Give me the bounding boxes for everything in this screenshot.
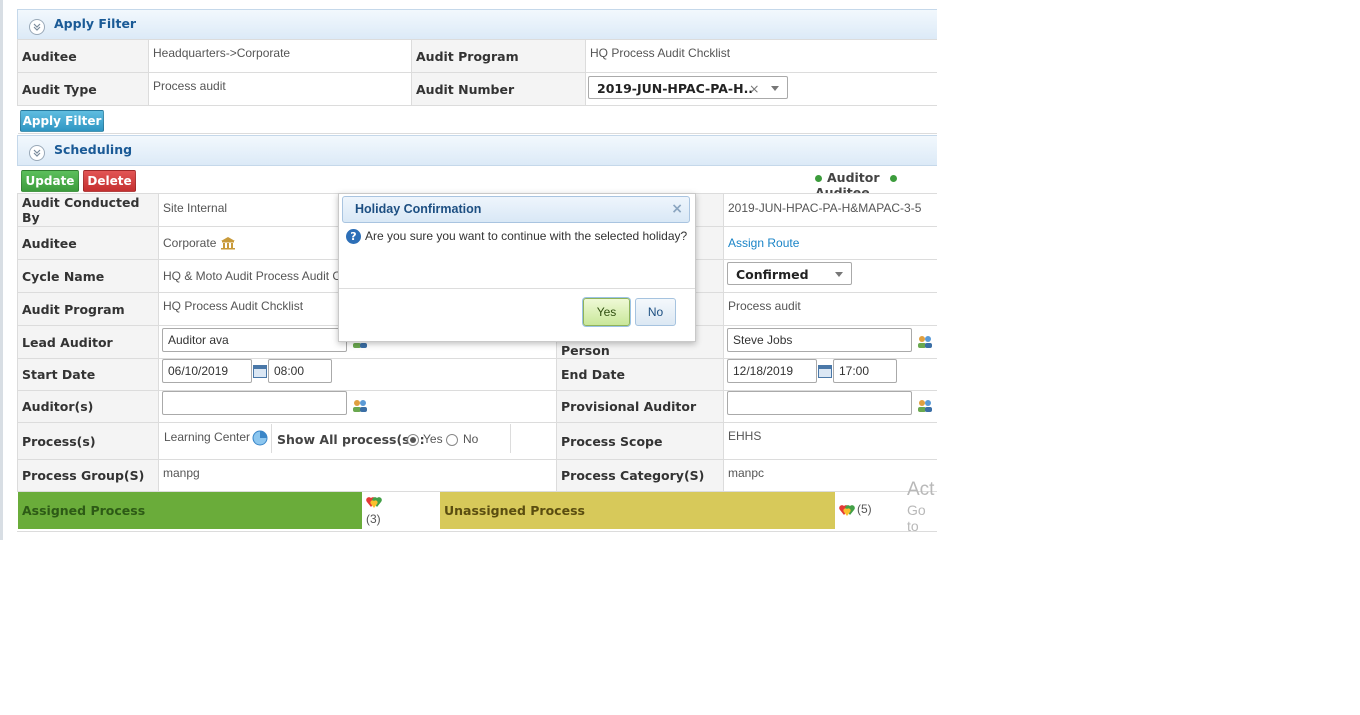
audit-program-label: Audit Program xyxy=(17,292,159,326)
auditee-value: Corporate xyxy=(163,235,217,250)
people-icon[interactable] xyxy=(917,335,933,349)
chevron-down-icon xyxy=(771,86,779,91)
auditee-dot xyxy=(889,175,897,182)
legend-auditor: Auditor xyxy=(827,170,880,185)
question-icon: ? xyxy=(346,229,361,244)
audit-number-label: Audit Number xyxy=(411,72,586,106)
auditee-label: Auditee xyxy=(17,226,159,260)
start-date-input[interactable]: 06/10/2019 xyxy=(162,359,252,383)
start-time-input[interactable]: 08:00 xyxy=(268,359,332,383)
apply-filter-button[interactable]: Apply Filter xyxy=(20,110,104,132)
no-button[interactable]: No xyxy=(635,298,676,326)
scheduling-title: Scheduling xyxy=(54,142,133,157)
calendar-icon[interactable] xyxy=(818,365,832,378)
building-icon[interactable] xyxy=(220,236,236,250)
auditee-label: Auditee xyxy=(17,39,149,73)
provisional-auditor-label: Provisional Auditor xyxy=(556,390,724,423)
activation-watermark-subtitle: Go to xyxy=(907,502,926,534)
clear-icon[interactable]: × xyxy=(749,77,759,100)
divider xyxy=(271,424,272,453)
pie-chart-icon[interactable] xyxy=(252,430,268,446)
show-all-no-label: No xyxy=(463,432,479,446)
auditor-dot xyxy=(815,175,822,182)
process-scope-label: Process Scope xyxy=(556,422,724,460)
lead-auditor-label: Lead Auditor xyxy=(17,325,159,359)
process-group-value: manpg xyxy=(158,459,557,492)
auditors-input[interactable] xyxy=(162,391,347,415)
people-icon[interactable] xyxy=(352,399,368,413)
show-all-yes-label: Yes xyxy=(423,432,443,446)
divider xyxy=(510,424,511,453)
hearts-icon[interactable] xyxy=(366,495,384,509)
show-all-yes-radio[interactable] xyxy=(407,434,419,446)
process-category-label: Process Category(S) xyxy=(556,459,724,492)
processes-value: Learning Center xyxy=(164,430,251,444)
processes-label: Process(s) xyxy=(17,422,159,460)
audit-type-value: Process audit xyxy=(723,292,937,326)
auditee-contact-input[interactable]: Steve Jobs xyxy=(727,328,912,352)
cycle-name-label: Cycle Name xyxy=(17,259,159,293)
collapse-icon[interactable] xyxy=(29,145,45,161)
auditors-label: Auditor(s) xyxy=(17,390,159,423)
dialog-message: Are you sure you want to continue with t… xyxy=(365,229,688,243)
unassigned-count: (5) xyxy=(857,502,872,516)
apply-filter-title: Apply Filter xyxy=(54,16,137,31)
status-select[interactable]: Confirmed xyxy=(727,262,852,285)
provisional-auditor-input[interactable] xyxy=(727,391,912,415)
close-icon[interactable]: × xyxy=(671,201,683,217)
main-content: Apply Filter Auditee Headquarters->Corpo… xyxy=(0,0,937,540)
assign-route-cell: Assign Route xyxy=(723,226,937,260)
assigned-process-bar[interactable]: Assigned Process xyxy=(18,492,362,529)
hearts-icon[interactable] xyxy=(839,503,857,517)
auditee-value: Headquarters->Corporate xyxy=(148,39,412,73)
end-time-input[interactable]: 17:00 xyxy=(833,359,897,383)
audit-type-label: Audit Type xyxy=(17,72,149,106)
chevron-down-icon xyxy=(835,272,843,277)
audit-program-value: HQ Process Audit Chcklist xyxy=(585,39,937,73)
audit-number-select[interactable]: 2019-JUN-HPAC-PA-H.. × xyxy=(588,76,788,99)
dialog-title: Holiday Confirmation xyxy=(355,202,482,216)
dialog-separator xyxy=(339,288,695,289)
apply-row xyxy=(17,105,937,134)
assigned-count: (3) xyxy=(366,512,381,526)
end-date-input[interactable]: 12/18/2019 xyxy=(727,359,817,383)
unassigned-process-bar[interactable]: Unassigned Process xyxy=(440,492,835,529)
filter-table: Auditee Headquarters->Corporate Audit Pr… xyxy=(17,39,937,134)
assign-route-link[interactable]: Assign Route xyxy=(728,236,799,250)
people-icon[interactable] xyxy=(917,399,933,413)
process-scope-value: EHHS xyxy=(723,422,937,460)
show-all-no-radio[interactable] xyxy=(446,434,458,446)
delete-button[interactable]: Delete xyxy=(83,170,136,192)
yes-button[interactable]: Yes xyxy=(583,298,630,326)
calendar-icon[interactable] xyxy=(253,365,267,378)
lead-auditor-input[interactable]: Auditor ava xyxy=(162,328,347,352)
audit-id-value: 2019-JUN-HPAC-PA-H&MAPAC-3-5 xyxy=(723,193,937,227)
end-date-label: End Date xyxy=(556,358,724,391)
scheduling-panel: Scheduling xyxy=(17,135,937,166)
process-category-value: manpc xyxy=(723,459,937,492)
dialog-header[interactable]: Holiday Confirmation × xyxy=(342,196,690,223)
show-all-label: Show All process(s) : xyxy=(277,432,425,447)
start-date-label: Start Date xyxy=(17,358,159,391)
collapse-icon[interactable] xyxy=(29,19,45,35)
audit-conducted-by-label: Audit Conducted By xyxy=(17,193,159,227)
apply-filter-panel: Apply Filter xyxy=(17,9,937,40)
status-selected: Confirmed xyxy=(736,267,809,282)
update-button[interactable]: Update xyxy=(21,170,79,192)
scheduling-header[interactable]: Scheduling xyxy=(17,135,937,166)
activation-watermark-title: Act xyxy=(907,479,935,500)
process-group-label: Process Group(S) xyxy=(17,459,159,492)
apply-filter-header[interactable]: Apply Filter xyxy=(17,9,937,40)
audit-program-label: Audit Program xyxy=(411,39,586,73)
holiday-confirmation-dialog: Holiday Confirmation × ? Are you sure yo… xyxy=(338,193,696,342)
audit-number-selected: 2019-JUN-HPAC-PA-H.. xyxy=(597,81,754,96)
audit-type-value: Process audit xyxy=(148,72,412,106)
